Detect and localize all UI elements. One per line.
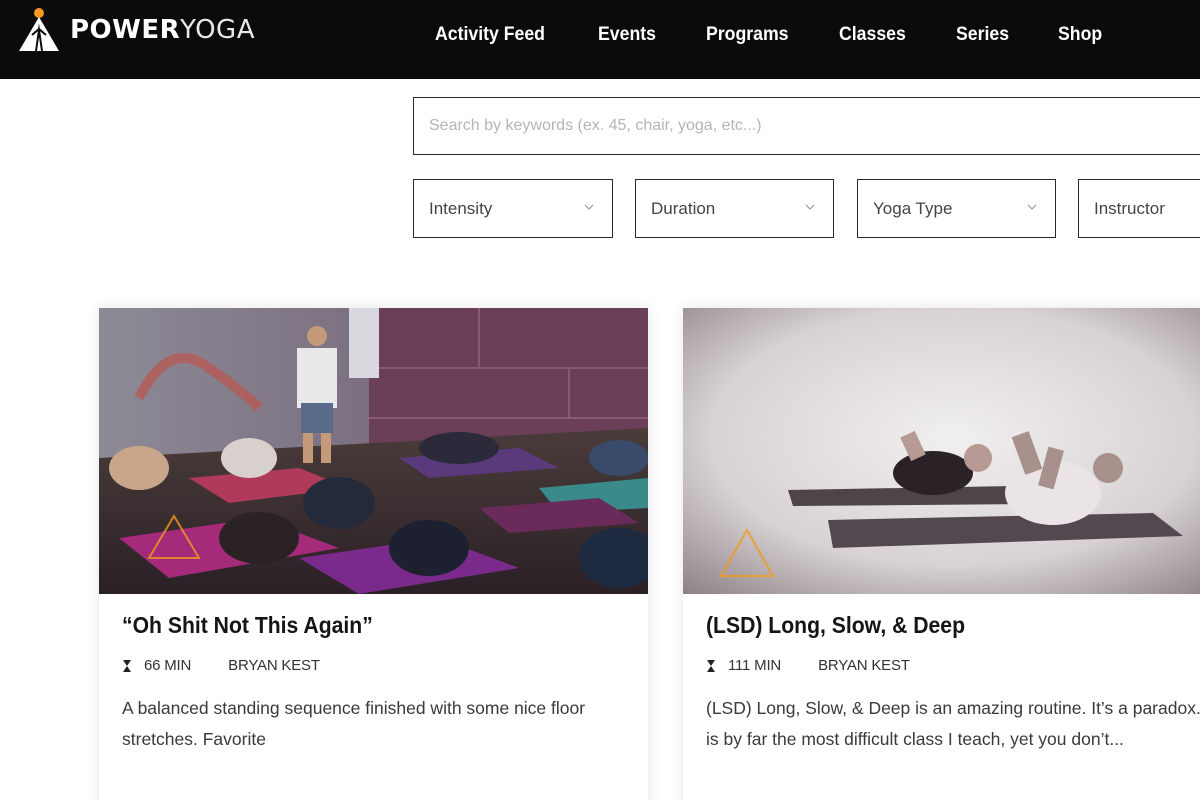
hourglass-icon (707, 659, 715, 672)
brand-name-bold: POWER (70, 15, 181, 45)
class-duration: 66 MIN (144, 657, 192, 674)
nav-programs[interactable]: Programs (706, 24, 788, 46)
filter-duration[interactable]: Duration (635, 179, 834, 238)
hourglass-icon (123, 659, 131, 672)
class-description: A balanced standing sequence finished wi… (122, 698, 586, 749)
filter-instructor[interactable]: Instructor (1078, 179, 1200, 238)
class-duration: 111 MIN (728, 657, 782, 674)
chevron-down-icon (805, 204, 815, 210)
brand-name-light: YOGA (180, 15, 255, 45)
filter-intensity[interactable]: Intensity (413, 179, 613, 238)
chevron-down-icon (584, 204, 594, 210)
power-yoga-logo-icon (18, 7, 62, 53)
filter-instructor-label: Instructor (1094, 198, 1165, 218)
class-instructor[interactable]: BRYAN KEST (228, 657, 320, 674)
chevron-down-icon (1027, 204, 1037, 210)
nav-series[interactable]: Series (956, 24, 1009, 46)
search-box (413, 97, 1200, 155)
class-thumbnail-image[interactable] (99, 308, 648, 594)
class-card[interactable]: “Oh Shit Not This Again” 66 MIN BRYAN KE… (99, 308, 648, 800)
nav-shop[interactable]: Shop (1058, 24, 1102, 46)
class-instructor[interactable]: BRYAN KEST (818, 657, 910, 674)
brand-logo[interactable]: POWER YOGA (18, 6, 255, 54)
class-meta: 111 MIN BRYAN KEST (706, 657, 910, 674)
brand-name: POWER YOGA (70, 15, 255, 45)
nav-activity-feed[interactable]: Activity Feed (435, 24, 545, 46)
class-title[interactable]: “Oh Shit Not This Again” (122, 612, 373, 639)
filter-duration-label: Duration (651, 198, 716, 218)
nav-events[interactable]: Events (598, 24, 656, 46)
filter-intensity-label: Intensity (429, 198, 493, 218)
filter-yoga-type[interactable]: Yoga Type (857, 179, 1056, 238)
top-navigation-bar: POWER YOGA Activity Feed Events Programs … (0, 0, 1200, 79)
search-input[interactable] (414, 98, 1200, 154)
main-nav: Activity Feed Events Programs Classes Se… (413, 0, 1129, 70)
class-card[interactable]: (LSD) Long, Slow, & Deep 111 MIN BRYAN K… (683, 308, 1200, 800)
class-thumbnail-image[interactable] (683, 308, 1200, 594)
class-title[interactable]: (LSD) Long, Slow, & Deep (706, 612, 965, 639)
class-meta: 66 MIN BRYAN KEST (122, 657, 320, 674)
nav-classes[interactable]: Classes (839, 24, 906, 46)
filter-yoga-type-label: Yoga Type (873, 198, 953, 218)
class-description: (LSD) Long, Slow, & Deep is an amazing r… (706, 698, 1200, 749)
